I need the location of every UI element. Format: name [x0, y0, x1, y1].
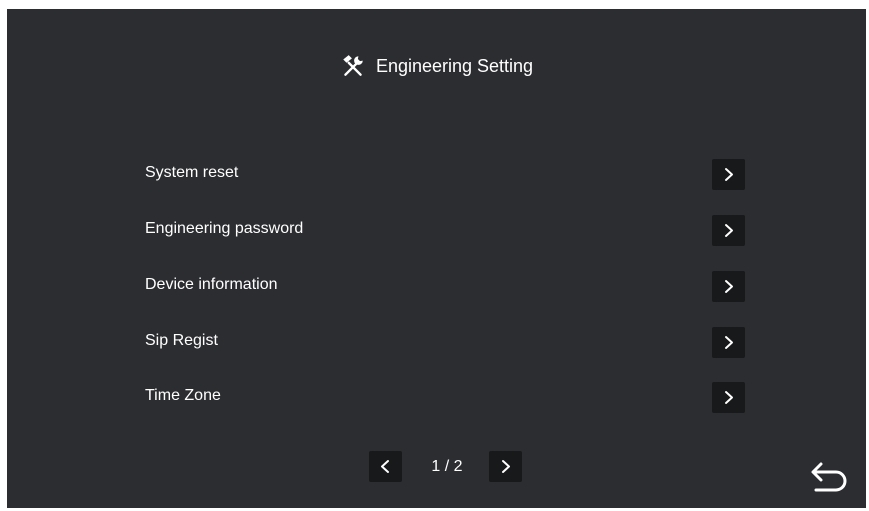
chevron-right-icon — [725, 224, 733, 237]
chevron-right-icon — [725, 336, 733, 349]
tools-icon — [343, 55, 363, 76]
header: Engineering Setting — [7, 53, 866, 79]
engineering-setting-screen: Engineering Setting System reset Enginee… — [7, 9, 866, 508]
menu-item-label: Engineering password — [145, 220, 304, 237]
menu-item-device-information[interactable]: Device information — [7, 266, 866, 306]
back-button[interactable] — [804, 452, 852, 496]
chevron-right-icon — [502, 460, 510, 473]
menu-item-label: Sip Regist — [145, 332, 218, 349]
menu-item-label: System reset — [145, 164, 239, 181]
chevron-right-icon — [725, 391, 733, 404]
menu-item-engineering-password[interactable]: Engineering password — [7, 210, 866, 250]
menu-item-time-zone[interactable]: Time Zone — [7, 377, 866, 417]
pagination: 1 / 2 — [7, 451, 866, 483]
sip-regist-arrow-button[interactable] — [712, 327, 745, 358]
menu-item-system-reset[interactable]: System reset — [7, 154, 866, 194]
time-zone-arrow-button[interactable] — [712, 382, 745, 413]
menu-item-sip-regist[interactable]: Sip Regist — [7, 322, 866, 362]
system-reset-arrow-button[interactable] — [712, 159, 745, 190]
chevron-left-icon — [381, 460, 389, 473]
back-arrow-icon — [811, 462, 847, 492]
menu-item-label: Device information — [145, 276, 278, 293]
menu-item-label: Time Zone — [145, 387, 221, 404]
page-title: Engineering Setting — [375, 55, 534, 76]
next-page-button[interactable] — [489, 451, 522, 482]
page-indicator: 1 / 2 — [431, 458, 463, 475]
device-information-arrow-button[interactable] — [712, 271, 745, 302]
chevron-right-icon — [725, 280, 733, 293]
previous-page-button[interactable] — [369, 451, 402, 482]
engineering-password-arrow-button[interactable] — [712, 215, 745, 246]
chevron-right-icon — [725, 168, 733, 181]
